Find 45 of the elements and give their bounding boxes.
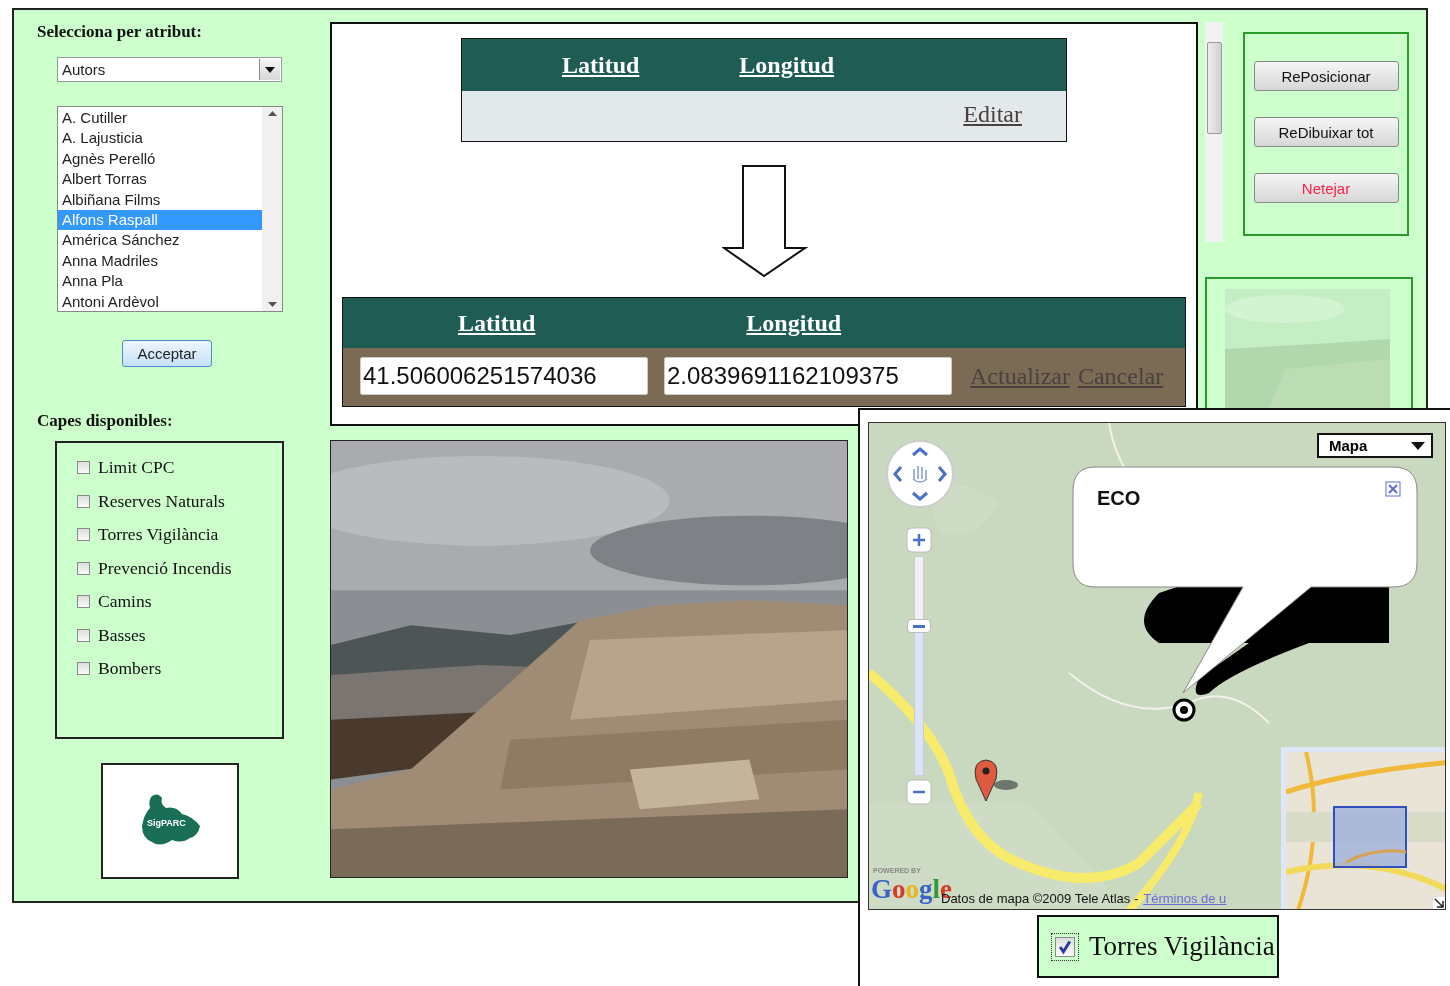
checkbox[interactable] (77, 595, 90, 608)
column-header[interactable]: Longitud (746, 309, 842, 337)
layer-label: Camins (98, 591, 152, 612)
list-item[interactable]: Albert Torras (58, 169, 262, 190)
action-button[interactable]: ReDibuixar tot (1253, 117, 1399, 147)
checkbox[interactable] (77, 628, 90, 642)
column-header[interactable]: Latitud (458, 309, 536, 337)
layer-label: Reserves Naturals (98, 490, 225, 512)
list-item[interactable]: América Sánchez (58, 230, 262, 251)
layer-label: Limit CPC (98, 457, 175, 478)
longitude-field[interactable]: 2.0839691162109375 (664, 357, 952, 395)
action-button[interactable]: RePosicionar (1253, 61, 1399, 91)
layer-label: Prevenció Incendis (98, 557, 232, 579)
list-item[interactable]: Albiñana Films (58, 189, 262, 211)
scrollbar[interactable] (1205, 22, 1223, 242)
attribute-dropdown[interactable]: Autors (57, 57, 282, 82)
checkbox[interactable] (77, 461, 90, 474)
caret-icon (265, 66, 275, 73)
list-item[interactable]: Antoni Ardèvol (58, 291, 262, 311)
list-item[interactable]: Anna Pla (58, 271, 262, 292)
layer-label: Torres Vigilància (1089, 931, 1275, 962)
edit-link[interactable]: Editar (963, 101, 1022, 128)
scroll-up-icon[interactable] (267, 111, 277, 116)
logo-text: SigPARC (147, 818, 186, 828)
list-item[interactable]: Agnès Perelló (58, 148, 262, 170)
checkbox[interactable] (77, 662, 90, 675)
accept-button[interactable]: Acceptar (122, 340, 212, 367)
checkbox[interactable] (77, 528, 90, 541)
list-item[interactable]: A. Cutiller (58, 108, 262, 129)
scroll-down-icon[interactable] (267, 302, 277, 307)
author-list[interactable]: A. Cutiller A. Lajusticia Agnès Perelló Albert Torras Albiñana Films Alfons Raspall América Sánchez Anna Madriles Anna Pla Antoni Ardèvol (57, 106, 283, 312)
checkbox[interactable] (77, 494, 90, 508)
section-title: Capes disponibles: (37, 411, 173, 431)
column-header[interactable]: Latitud (562, 51, 640, 79)
down-arrow-icon (722, 164, 808, 278)
list-item[interactable]: A. Lajusticia (58, 128, 262, 149)
section-title: Selecciona per atribut: (37, 22, 202, 42)
column-header[interactable]: Longitud (739, 51, 835, 79)
checkbox[interactable] (1055, 936, 1075, 957)
layer-label: Bombers (98, 658, 162, 679)
list-item[interactable]: Anna Madriles (58, 250, 262, 272)
latitude-field[interactable]: 41.506006251574036 (360, 357, 648, 395)
layer-label: Torres Vigilància (98, 524, 219, 545)
layer-label: Basses (98, 624, 146, 646)
checkbox[interactable] (77, 561, 90, 575)
